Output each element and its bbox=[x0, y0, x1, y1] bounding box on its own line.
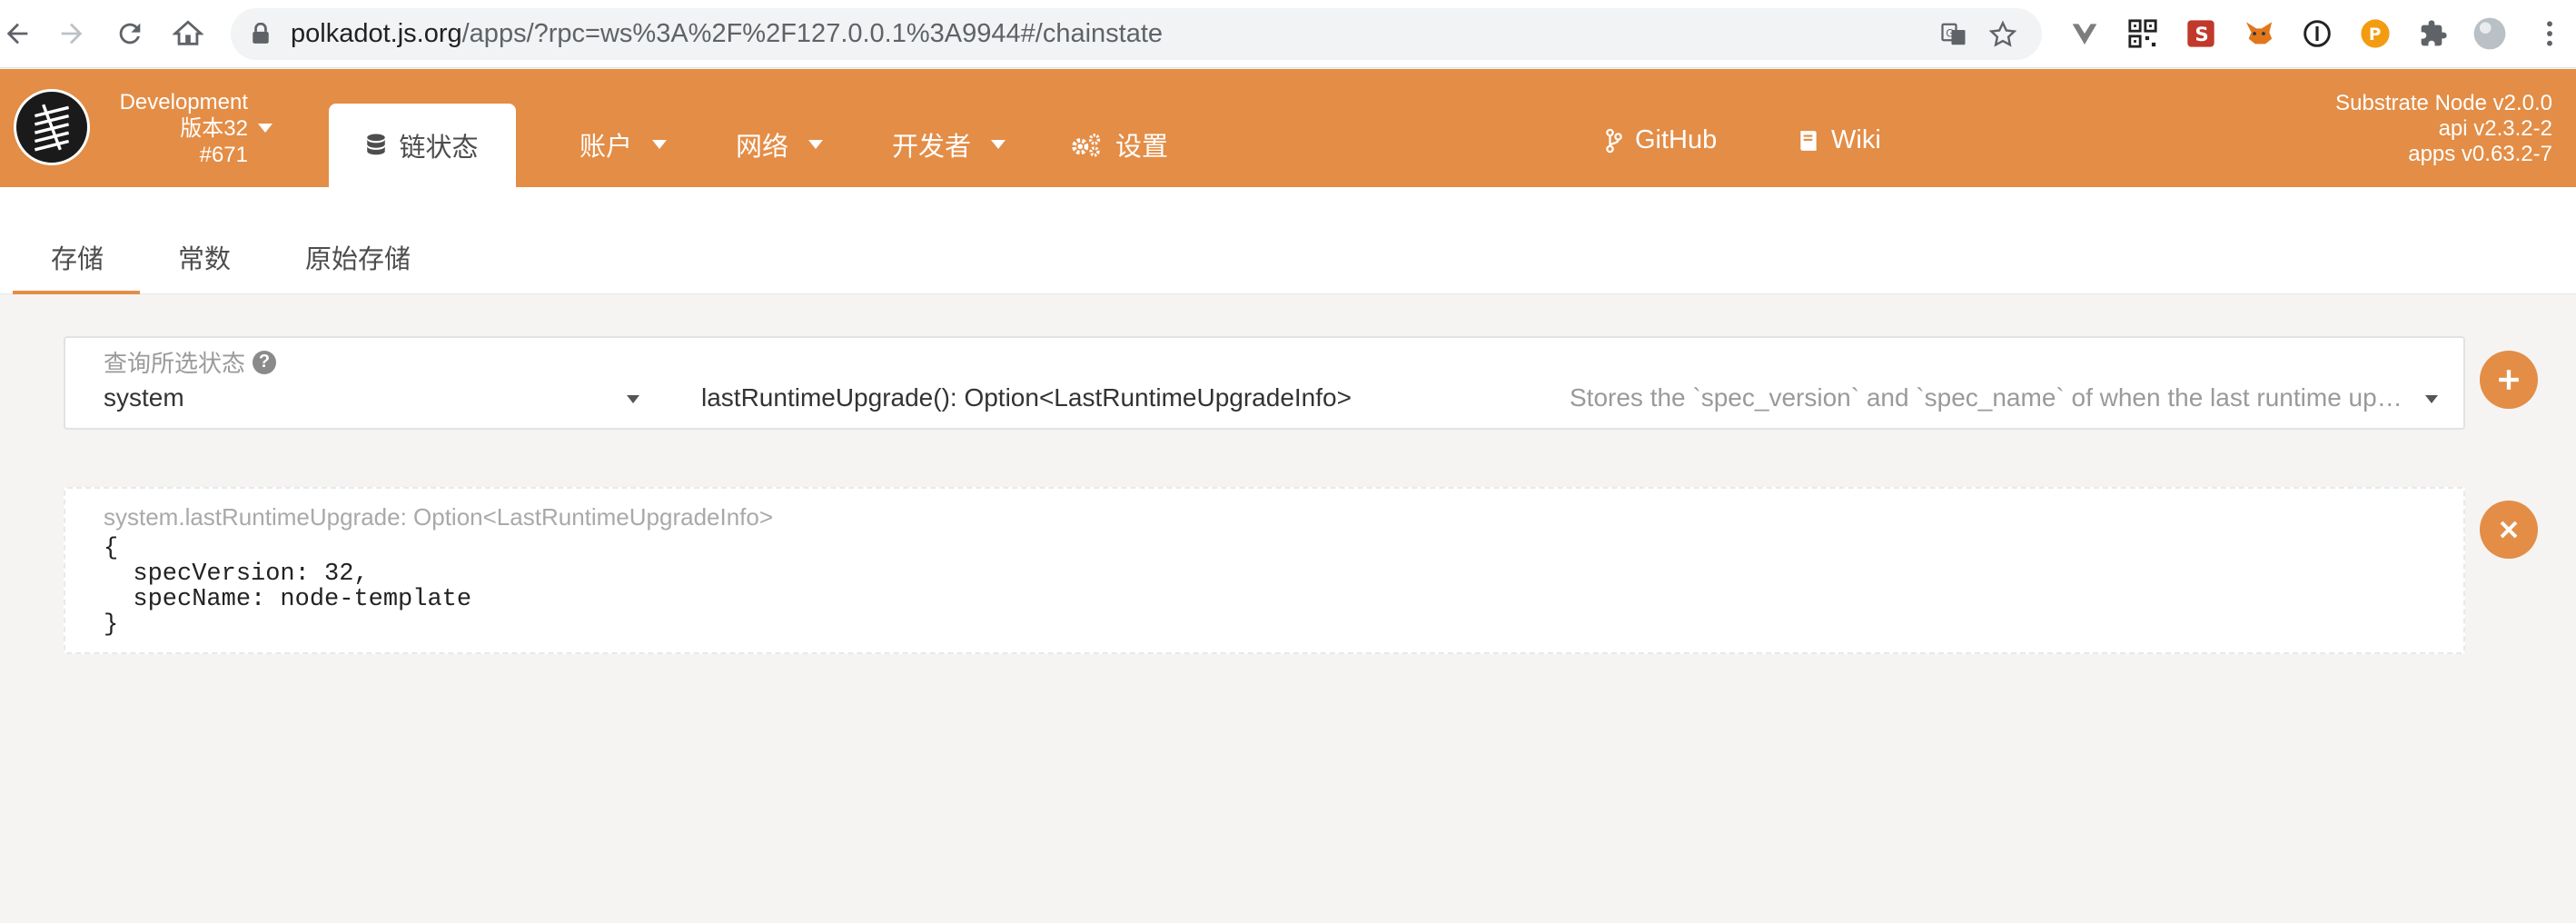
database-icon bbox=[367, 134, 386, 155]
url-path: /apps/?rpc=ws%3A%2F%2F127.0.0.1%3A9944#/… bbox=[461, 19, 1164, 48]
active-tab-indicator bbox=[13, 291, 140, 294]
link-wiki-label: Wiki bbox=[1831, 125, 1881, 154]
apps-version: apps v0.63.2-7 bbox=[2408, 142, 2552, 166]
url-host: polkadot.js.org bbox=[291, 19, 462, 48]
forward-icon[interactable] bbox=[51, 13, 93, 55]
chain-version: 版本32 bbox=[180, 116, 248, 141]
node-info: Substrate Node v2.0.0 api v2.3.2-2 apps … bbox=[2335, 91, 2552, 167]
chevron-down-icon bbox=[991, 140, 1006, 149]
url-text: polkadot.js.org/apps/?rpc=ws%3A%2F%2F127… bbox=[291, 19, 1163, 49]
code-branch-icon bbox=[1606, 128, 1622, 153]
substrate-logo[interactable] bbox=[14, 89, 90, 165]
close-icon bbox=[2500, 521, 2518, 539]
menu-developer-label: 开发者 bbox=[892, 133, 972, 162]
lock-icon bbox=[253, 23, 269, 44]
address-bar[interactable]: polkadot.js.org/apps/?rpc=ws%3A%2F%2F127… bbox=[231, 8, 2042, 60]
query-label-text: 查询所选状态 bbox=[104, 350, 246, 377]
chain-name: Development bbox=[119, 90, 248, 114]
method-dropdown-icon[interactable] bbox=[2425, 395, 2438, 403]
tab-constants[interactable]: 常数 bbox=[178, 238, 231, 276]
home-icon[interactable] bbox=[167, 13, 209, 55]
extension-vue-icon[interactable] bbox=[2067, 16, 2102, 51]
tab-raw-storage[interactable]: 原始存储 bbox=[305, 238, 411, 276]
module-dropdown-icon[interactable] bbox=[627, 395, 639, 403]
svg-text:P: P bbox=[2369, 25, 2382, 45]
app-header: Development 版本32 #671 链状态 账户 网络 开发者 设置 G… bbox=[0, 69, 2576, 187]
bookmark-star-icon[interactable] bbox=[1987, 19, 2018, 50]
result-value: { specVersion: 32, specName: node-templa… bbox=[104, 535, 472, 639]
node-version: Substrate Node v2.0.0 bbox=[2335, 91, 2552, 115]
best-block: #671 bbox=[199, 143, 248, 167]
menu-network[interactable]: 网络 bbox=[736, 125, 824, 164]
extension-s-icon[interactable]: S bbox=[2184, 16, 2218, 51]
chevron-down-icon bbox=[652, 140, 668, 149]
method-description: Stores the `spec_version` and `spec_name… bbox=[1570, 383, 2403, 412]
link-github-label: GitHub bbox=[1635, 125, 1718, 154]
browser-toolbar: polkadot.js.org/apps/?rpc=ws%3A%2F%2F127… bbox=[0, 0, 2576, 68]
menu-developer[interactable]: 开发者 bbox=[892, 125, 1006, 164]
book-icon bbox=[1800, 130, 1817, 151]
svg-text:G: G bbox=[1946, 28, 1954, 40]
menu-accounts-label: 账户 bbox=[580, 133, 633, 162]
link-github[interactable]: GitHub bbox=[1606, 125, 1717, 155]
link-wiki[interactable]: Wiki bbox=[1798, 125, 1881, 155]
menu-network-label: 网络 bbox=[736, 133, 789, 162]
svg-text:S: S bbox=[2195, 24, 2208, 46]
menu-settings-label: 设置 bbox=[1115, 133, 1169, 162]
menu-settings[interactable]: 设置 bbox=[1070, 125, 1168, 164]
query-panel: 查询所选状态 ? system lastRuntimeUpgrade(): Op… bbox=[64, 336, 2465, 430]
plus-icon bbox=[2499, 370, 2519, 390]
extensions-puzzle-icon[interactable] bbox=[2416, 16, 2451, 51]
extension-info-icon[interactable] bbox=[2300, 16, 2334, 51]
polkadot-extension-icon[interactable]: P bbox=[2358, 16, 2393, 51]
metamask-icon[interactable] bbox=[2242, 16, 2276, 51]
module-select[interactable]: system bbox=[104, 383, 184, 412]
cogs-icon bbox=[1072, 134, 1101, 157]
result-label: system.lastRuntimeUpgrade: Option<LastRu… bbox=[104, 503, 774, 531]
extension-qr-icon[interactable] bbox=[2125, 16, 2160, 51]
help-icon[interactable]: ? bbox=[253, 350, 277, 374]
tab-chainstate-label: 链状态 bbox=[399, 134, 479, 163]
result-panel: system.lastRuntimeUpgrade: Option<LastRu… bbox=[64, 487, 2465, 654]
chevron-down-icon[interactable] bbox=[258, 124, 272, 133]
menu-accounts[interactable]: 账户 bbox=[580, 125, 668, 164]
browser-menu-icon[interactable] bbox=[2532, 16, 2567, 51]
query-label: 查询所选状态 ? bbox=[104, 345, 277, 379]
translate-icon[interactable]: G bbox=[1938, 19, 1969, 50]
chevron-down-icon bbox=[808, 140, 824, 149]
profile-avatar-icon[interactable] bbox=[2472, 16, 2507, 51]
remove-query-button[interactable] bbox=[2480, 501, 2538, 559]
add-query-button[interactable] bbox=[2480, 351, 2538, 409]
reload-icon[interactable] bbox=[109, 13, 151, 55]
back-icon[interactable] bbox=[0, 13, 38, 55]
api-version: api v2.3.2-2 bbox=[2438, 116, 2552, 141]
chain-info[interactable]: Development 版本32 #671 bbox=[98, 89, 248, 168]
subtabs: 存储 常数 原始存储 bbox=[0, 187, 2576, 294]
method-select[interactable]: lastRuntimeUpgrade(): Option<LastRuntime… bbox=[701, 383, 1352, 412]
tab-chainstate[interactable]: 链状态 bbox=[329, 104, 516, 187]
tab-storage[interactable]: 存储 bbox=[51, 238, 104, 276]
